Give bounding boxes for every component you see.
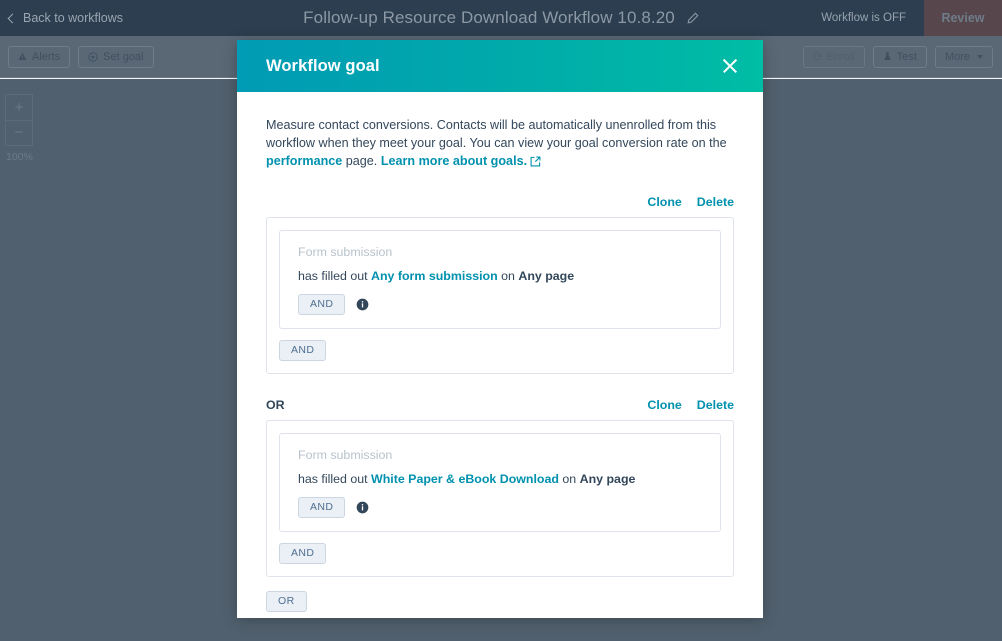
back-to-workflows-link[interactable]: Back to workflows <box>7 11 124 25</box>
filter-type-label: Form submission <box>298 447 393 462</box>
warning-triangle-icon <box>18 52 27 60</box>
toolbar-right-group: Enroll Test More <box>802 45 993 68</box>
workflow-goal-modal: Workflow goal Measure contact conversion… <box>237 40 763 618</box>
more-label: More <box>944 50 970 63</box>
filter-middle: on <box>497 268 519 283</box>
filter-actions-row: AND <box>298 496 702 518</box>
filter-form-link[interactable]: Any form submission <box>371 269 498 283</box>
learn-more-about-goals-link[interactable]: Learn more about goals. <box>381 154 527 168</box>
set-goal-label: Set goal <box>103 50 144 63</box>
delete-group-link[interactable]: Delete <box>697 195 734 209</box>
more-button[interactable]: More <box>934 45 993 68</box>
test-label: Test <box>896 50 917 63</box>
goal-criteria-group: Clone Delete Form submission has filled … <box>266 193 734 374</box>
filter-card[interactable]: Form submission has filled out White Pap… <box>279 432 721 532</box>
filter-form-link[interactable]: White Paper & eBook Download <box>371 472 559 486</box>
goal-criteria-group: OR Clone Delete Form submission has fill… <box>266 396 734 577</box>
filter-page-value: Any page <box>518 268 575 283</box>
filter-criteria-text: has filled out Any form submission on An… <box>298 268 702 284</box>
filter-actions-row: AND <box>298 293 702 315</box>
filter-type-label: Form submission <box>298 244 393 259</box>
modal-description: Measure contact conversions. Contacts wi… <box>266 116 734 171</box>
description-part-2: page. <box>342 154 381 169</box>
zoom-in-button[interactable]: + <box>5 94 33 120</box>
info-icon[interactable] <box>356 298 369 311</box>
close-icon[interactable] <box>719 55 741 77</box>
group-actions: Clone Delete <box>647 398 734 412</box>
modal-body: Measure contact conversions. Contacts wi… <box>237 92 763 612</box>
group-or-label: OR <box>266 397 285 412</box>
group-box: Form submission has filled out Any form … <box>266 216 734 374</box>
filter-prefix: has filled out <box>298 268 372 283</box>
filter-and-button[interactable]: AND <box>298 496 346 518</box>
zoom-out-button[interactable]: − <box>5 120 33 146</box>
group-and-button[interactable]: AND <box>279 542 327 564</box>
workflow-title: Follow-up Resource Download Workflow 10.… <box>303 8 675 27</box>
clone-group-link[interactable]: Clone <box>647 398 681 412</box>
add-or-group-button[interactable]: OR <box>266 590 307 612</box>
group-and-button[interactable]: AND <box>279 339 327 361</box>
flask-icon <box>883 52 891 60</box>
zoom-level-label: 100% <box>6 151 33 163</box>
performance-link[interactable]: performance <box>266 154 342 168</box>
filter-page-value: Any page <box>579 471 636 486</box>
enroll-label: Enroll <box>826 50 855 63</box>
group-header: Clone Delete <box>266 193 734 211</box>
back-to-workflows-label: Back to workflows <box>23 11 124 25</box>
top-bar-right-group: Workflow is OFF Review <box>821 0 1002 36</box>
zoom-controls: + − 100% <box>5 94 43 163</box>
group-footer: AND <box>279 339 721 361</box>
filter-middle: on <box>558 471 580 486</box>
external-link-icon[interactable] <box>530 156 541 167</box>
filter-card[interactable]: Form submission has filled out Any form … <box>279 229 721 329</box>
app-top-bar: Back to workflows Follow-up Resource Dow… <box>0 0 1002 36</box>
workflow-status-label: Workflow is OFF <box>821 12 906 24</box>
group-actions: Clone Delete <box>647 195 734 209</box>
toolbar-left-group: Alerts Set goal <box>8 45 154 68</box>
filter-prefix: has filled out <box>298 471 372 486</box>
chevron-left-icon <box>7 13 18 23</box>
target-icon <box>88 51 98 62</box>
delete-group-link[interactable]: Delete <box>697 398 734 412</box>
pencil-icon[interactable] <box>686 12 699 25</box>
set-goal-button[interactable]: Set goal <box>78 45 154 68</box>
group-footer: AND <box>279 542 721 564</box>
chevron-down-icon <box>977 54 983 59</box>
alerts-button[interactable]: Alerts <box>8 45 71 68</box>
enroll-icon <box>813 52 822 60</box>
description-part-1: Measure contact conversions. Contacts wi… <box>266 118 727 151</box>
enroll-button[interactable]: Enroll <box>802 45 865 68</box>
alerts-label: Alerts <box>32 50 61 63</box>
modal-title: Workflow goal <box>266 56 380 75</box>
filter-criteria-text: has filled out White Paper & eBook Downl… <box>298 471 702 487</box>
test-button[interactable]: Test <box>872 45 927 68</box>
add-or-group-row: OR <box>266 590 734 612</box>
group-header: OR Clone Delete <box>266 396 734 414</box>
review-button[interactable]: Review <box>924 0 1002 36</box>
modal-header: Workflow goal <box>237 40 763 92</box>
info-icon[interactable] <box>356 501 369 514</box>
workflow-goal-screen: Back to workflows Follow-up Resource Dow… <box>0 0 1002 641</box>
filter-and-button[interactable]: AND <box>298 293 346 315</box>
clone-group-link[interactable]: Clone <box>647 195 681 209</box>
modal-footer: Save Cancel <box>237 612 763 618</box>
group-box: Form submission has filled out White Pap… <box>266 419 734 577</box>
